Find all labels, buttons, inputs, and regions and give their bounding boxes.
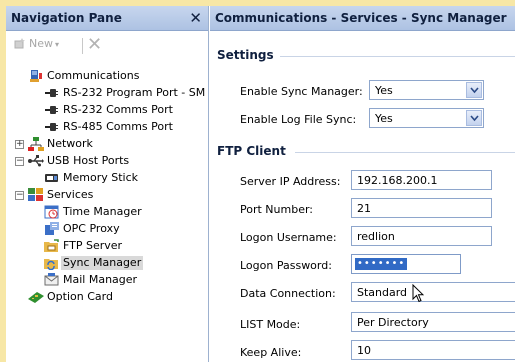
list-mode-label: LIST Mode: bbox=[240, 318, 301, 331]
tree-item-label: Network bbox=[47, 137, 93, 150]
port-number-value: 21 bbox=[357, 202, 371, 215]
data-connection-label: Data Connection: bbox=[240, 287, 336, 300]
navigation-toolbar: New ▾ ✕ bbox=[6, 31, 209, 57]
keep-alive-label: Keep Alive: bbox=[240, 346, 302, 359]
tree-item-label: Mail Manager bbox=[63, 273, 138, 286]
sync-manager-icon bbox=[44, 259, 58, 270]
serial-port-icon bbox=[45, 123, 58, 131]
enable-log-file-sync-label: Enable Log File Sync: bbox=[240, 113, 357, 126]
dropdown-button[interactable] bbox=[466, 110, 482, 126]
collapse-services-toggle[interactable]: − bbox=[15, 191, 24, 200]
port-number-input[interactable]: 21 bbox=[351, 198, 492, 218]
data-connection-select[interactable]: Standard bbox=[351, 282, 515, 302]
settings-section-title: Settings bbox=[217, 48, 274, 62]
section-divider bbox=[280, 56, 515, 57]
serial-port-icon bbox=[45, 89, 58, 97]
chevron-down-icon bbox=[470, 87, 479, 94]
tree-item-label: USB Host Ports bbox=[47, 154, 130, 167]
usb-icon bbox=[28, 155, 44, 167]
server-ip-address-value: 192.168.200.1 bbox=[357, 174, 438, 187]
services-icon bbox=[28, 188, 43, 201]
panel-title: Communications - Services - Sync Manager bbox=[215, 11, 507, 25]
navigation-pane-header: Navigation Pane ✕ bbox=[6, 6, 208, 31]
close-icon[interactable]: ✕ bbox=[189, 9, 202, 27]
sync-manager-panel: Communications - Services - Sync Manager… bbox=[210, 6, 515, 362]
panel-header: Communications - Services - Sync Manager bbox=[210, 6, 515, 31]
delete-icon[interactable]: ✕ bbox=[87, 34, 102, 55]
memory-stick-icon bbox=[45, 174, 58, 182]
chevron-down-icon bbox=[470, 115, 479, 122]
opc-proxy-icon bbox=[45, 222, 59, 235]
tree-item-label: OPC Proxy bbox=[63, 222, 120, 235]
logon-password-value: ••••••• bbox=[355, 258, 408, 270]
enable-sync-manager-value: Yes bbox=[375, 84, 393, 97]
keep-alive-input[interactable]: 10 bbox=[351, 340, 515, 360]
collapse-usb-toggle[interactable]: − bbox=[15, 157, 24, 166]
tree-item-label: Sync Manager bbox=[61, 256, 144, 270]
ftp-server-icon bbox=[44, 239, 59, 252]
tree-item-label: Communications bbox=[47, 69, 140, 82]
logon-password-input[interactable]: ••••••• bbox=[351, 254, 461, 274]
logon-username-value: redlion bbox=[357, 230, 395, 243]
list-mode-value: Per Directory bbox=[357, 316, 429, 329]
tree-item-label: FTP Server bbox=[63, 239, 123, 252]
enable-log-file-sync-select[interactable]: Yes bbox=[369, 108, 484, 128]
logon-username-label: Logon Username: bbox=[240, 231, 337, 244]
section-divider bbox=[295, 152, 515, 153]
option-card-icon bbox=[28, 292, 44, 303]
communications-icon bbox=[30, 70, 42, 82]
app-window: Navigation Pane ✕ New ▾ ✕ Communications … bbox=[6, 6, 515, 362]
new-item-icon bbox=[14, 38, 25, 49]
enable-log-file-sync-value: Yes bbox=[375, 112, 393, 125]
port-number-label: Port Number: bbox=[240, 203, 314, 216]
new-button[interactable]: New ▾ bbox=[14, 37, 78, 53]
tree-item-label: RS-232 Comms Port bbox=[63, 103, 173, 116]
data-connection-value: Standard bbox=[357, 286, 408, 299]
chevron-down-icon: ▾ bbox=[55, 40, 60, 49]
toolbar-separator bbox=[82, 38, 83, 54]
tree-item-label: Memory Stick bbox=[63, 171, 139, 184]
enable-sync-manager-label: Enable Sync Manager: bbox=[240, 85, 363, 98]
dropdown-button[interactable] bbox=[466, 82, 482, 98]
mail-manager-icon bbox=[44, 273, 59, 286]
serial-port-icon bbox=[45, 106, 58, 114]
mouse-cursor-icon bbox=[412, 284, 424, 303]
ftp-client-section-title: FTP Client bbox=[217, 144, 286, 158]
tree-item-label: Time Manager bbox=[63, 205, 142, 218]
keep-alive-value: 10 bbox=[357, 344, 371, 357]
logon-password-label: Logon Password: bbox=[240, 259, 332, 272]
server-ip-address-input[interactable]: 192.168.200.1 bbox=[351, 170, 492, 190]
time-manager-icon bbox=[44, 205, 59, 219]
enable-sync-manager-select[interactable]: Yes bbox=[369, 80, 484, 100]
network-icon bbox=[28, 137, 44, 151]
list-mode-select[interactable]: Per Directory bbox=[351, 312, 515, 332]
tree-item-label: RS-485 Comms Port bbox=[63, 120, 173, 133]
navigation-pane-title: Navigation Pane bbox=[11, 11, 122, 25]
server-ip-address-label: Server IP Address: bbox=[240, 175, 341, 188]
tree-item-label: Services bbox=[47, 188, 94, 201]
new-button-label: New bbox=[29, 37, 53, 50]
expand-network-toggle[interactable]: + bbox=[15, 140, 24, 149]
tree-item-label: RS-232 Program Port - SM bbox=[63, 86, 206, 99]
logon-username-input[interactable]: redlion bbox=[351, 226, 492, 246]
navigation-pane: Navigation Pane ✕ New ▾ ✕ Communications … bbox=[6, 6, 209, 362]
tree-item-label: Option Card bbox=[47, 290, 113, 303]
